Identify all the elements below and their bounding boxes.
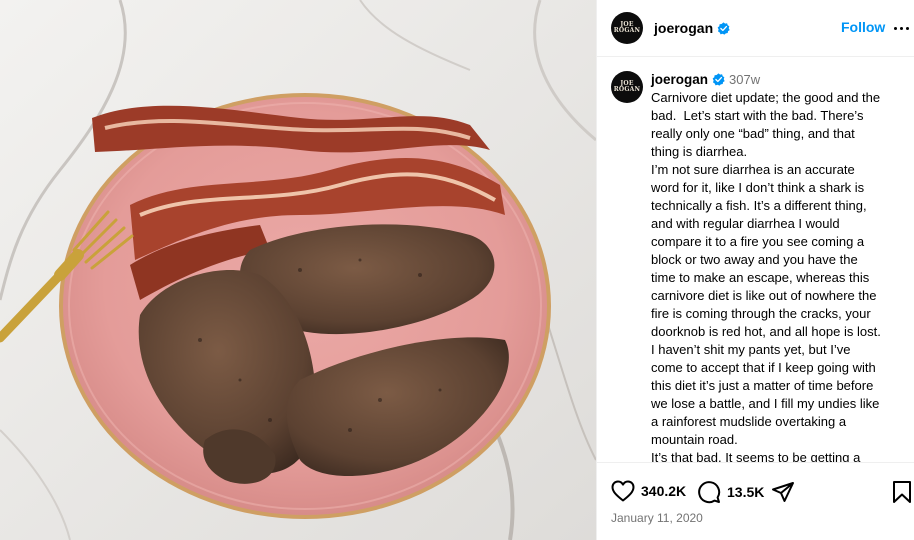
caption-text: Carnivore diet update; the good and the … xyxy=(651,90,881,462)
post-header: JOE ROGAN joerogan Follow xyxy=(597,0,914,57)
like-count[interactable]: 340.2K xyxy=(641,483,686,499)
post-date: January 11, 2020 xyxy=(611,511,703,525)
bookmark-icon[interactable] xyxy=(892,480,912,504)
food-photo xyxy=(0,0,596,540)
caption-author-avatar[interactable]: JOE ROGAN xyxy=(611,71,643,103)
heart-icon[interactable] xyxy=(611,480,635,502)
comment-action: 13.5K xyxy=(697,480,764,504)
avatar-text-line2: ROGAN xyxy=(613,86,641,93)
caption-time-ago[interactable]: 307w xyxy=(729,72,760,87)
more-horizontal-icon[interactable] xyxy=(894,27,909,30)
verified-badge-icon xyxy=(717,21,730,35)
author-avatar[interactable]: JOE ROGAN xyxy=(611,12,643,44)
share-action xyxy=(771,480,795,504)
follow-button[interactable]: Follow xyxy=(841,19,885,35)
save-action xyxy=(892,480,912,504)
caption-username[interactable]: joerogan xyxy=(651,72,708,87)
share-icon[interactable] xyxy=(771,480,795,504)
avatar-text-line2: ROGAN xyxy=(613,27,641,34)
post-photo[interactable] xyxy=(0,0,596,540)
post-actions: 340.2K 13.5K January 11, 2020 xyxy=(597,462,914,540)
comment-icon[interactable] xyxy=(697,480,721,504)
caption-scroll-area[interactable]: JOE ROGAN joerogan 307w Carnivore diet u… xyxy=(597,58,914,462)
comment-count[interactable]: 13.5K xyxy=(727,484,764,500)
like-action: 340.2K xyxy=(611,480,686,502)
verified-badge-icon xyxy=(712,73,725,86)
post-side-panel: JOE ROGAN joerogan Follow JOE ROGAN joer… xyxy=(596,0,914,540)
caption-body: joerogan 307w Carnivore diet update; the… xyxy=(651,71,885,462)
author-username[interactable]: joerogan xyxy=(654,20,713,36)
